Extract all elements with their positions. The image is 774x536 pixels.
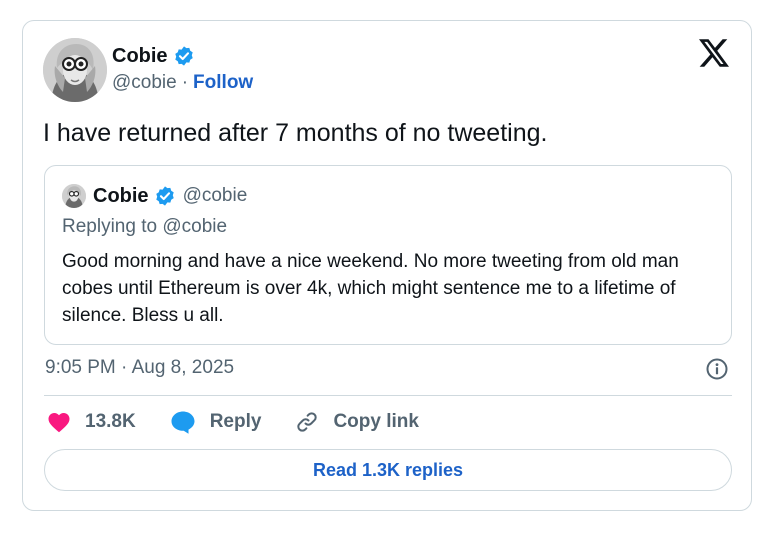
reply-bubble-icon (171, 411, 195, 434)
author-name-row[interactable]: Cobie (112, 43, 195, 69)
verified-badge-icon (155, 186, 174, 206)
quoted-author-handle: @cobie (182, 185, 248, 206)
tweet-card: Cobie @cobie · Follow I have returned af… (22, 20, 752, 511)
info-icon[interactable] (705, 357, 729, 381)
divider (44, 395, 732, 396)
follow-button[interactable]: Follow (193, 72, 253, 94)
like-count: 13.8K (85, 411, 136, 432)
quoted-name-row: Cobie @cobie (93, 183, 247, 209)
x-logo-icon[interactable] (699, 39, 729, 67)
tweet-actions: 13.8K Reply Copy link (47, 407, 419, 437)
replying-to-text: Replying to @cobie (62, 216, 228, 237)
handle-separator: · (181, 72, 189, 93)
author-handle-row: @cobie · Follow (112, 71, 253, 95)
copy-link-button[interactable]: Copy link (295, 410, 419, 434)
author-name[interactable]: Cobie (112, 45, 168, 68)
like-button[interactable]: 13.8K (47, 411, 136, 433)
reply-label: Reply (209, 411, 262, 432)
read-replies-button[interactable]: Read 1.3K replies (44, 449, 732, 491)
copy-link-label: Copy link (333, 411, 419, 432)
quoted-tweet[interactable]: Cobie @cobie Replying to @cobie Good mor… (44, 165, 732, 345)
quoted-author-name: Cobie (93, 184, 149, 207)
tweet-text: I have returned after 7 months of no twe… (43, 119, 548, 147)
author-avatar[interactable] (43, 38, 107, 102)
link-icon (297, 412, 318, 432)
reply-button[interactable]: Reply (170, 410, 262, 434)
quoted-author-avatar (62, 184, 86, 208)
author-handle[interactable]: @cobie (112, 72, 177, 94)
tweet-timestamp[interactable]: 9:05 PM · Aug 8, 2025 (45, 357, 234, 379)
heart-icon (48, 413, 70, 433)
quoted-tweet-text: Good morning and have a nice weekend. No… (62, 251, 679, 326)
verified-badge-icon (174, 46, 193, 66)
